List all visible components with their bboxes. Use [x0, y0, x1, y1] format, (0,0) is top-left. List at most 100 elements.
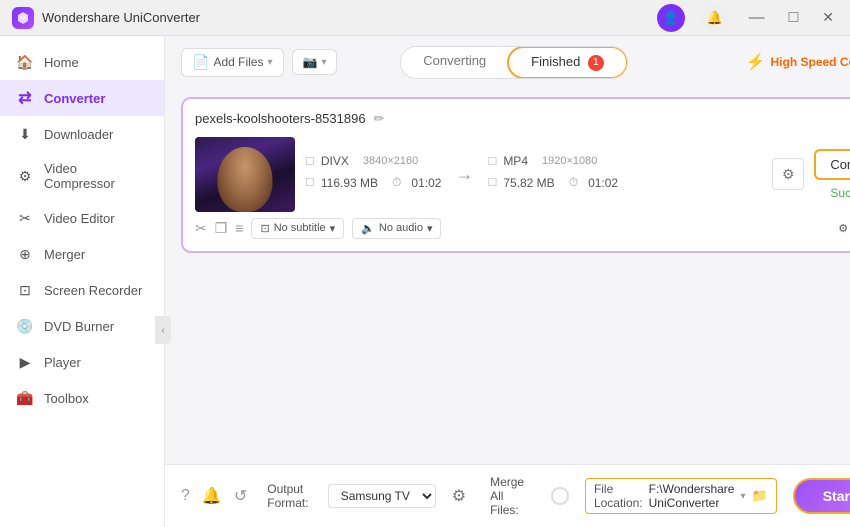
source-format: DIVX [321, 154, 349, 168]
minimize-button[interactable]: — [745, 9, 769, 27]
finished-badge: 1 [588, 55, 604, 71]
sidebar-item-downloader[interactable]: ⬇ Downloader [0, 116, 164, 152]
sidebar-item-video-editor[interactable]: ✂ Video Editor [0, 200, 164, 236]
output-settings-icon[interactable]: ⚙ [452, 486, 466, 506]
dvd-icon: 💿 [16, 317, 34, 335]
file-location-row: File Location: F:\Wondershare UniConvert… [585, 478, 777, 514]
sidebar-item-toolbox[interactable]: 🧰 Toolbox [0, 380, 164, 416]
toolbar: 📄 Add Files ▾ 📷 ▾ Converting Finished 1 [165, 36, 850, 89]
tab-converting[interactable]: Converting [401, 47, 508, 78]
sidebar-label-downloader: Downloader [44, 127, 113, 142]
audio-chevron: ▾ [427, 222, 433, 235]
user-icon[interactable]: 👤 [657, 4, 685, 32]
sidebar-label-screen-recorder: Screen Recorder [44, 283, 142, 298]
output-format-select[interactable]: Samsung TV [328, 484, 436, 508]
add-screen-button[interactable]: 📷 ▾ [292, 49, 338, 75]
dest-info: ☐ MP4 1920×1080 ☐ 75.82 MB ⏱ 01:02 [487, 154, 618, 194]
tab-finished[interactable]: Finished 1 [507, 46, 628, 79]
merge-label: Merge All Files: [490, 475, 535, 517]
sidebar-item-player[interactable]: ▶ Player [0, 344, 164, 380]
subtitle-dropdown[interactable]: ⊡ No subtitle ▾ [251, 218, 344, 239]
camera-icon: 📷 [303, 55, 318, 69]
sidebar-item-screen-recorder[interactable]: ⊡ Screen Recorder [0, 272, 164, 308]
file-location-path: F:\Wondershare UniConverter [649, 482, 735, 510]
sidebar-label-merger: Merger [44, 247, 85, 262]
dest-duration: 01:02 [588, 176, 618, 190]
high-speed-label: High Speed Conversion [770, 55, 850, 69]
app-title: Wondershare UniConverter [42, 10, 657, 25]
start-all-button[interactable]: Start All [793, 478, 850, 514]
menu-icon[interactable]: ≡ [235, 220, 243, 236]
file-thumbnail [195, 137, 295, 212]
bottom-bar: ? 🔔 ↺ Output Format: Samsung TV ⚙ Merge … [165, 464, 850, 527]
clock-icon-source: ⏱ [392, 175, 401, 190]
sidebar-label-converter: Converter [44, 91, 105, 106]
lightning-icon: ⚡ [746, 52, 766, 72]
high-speed-button[interactable]: ⚡ High Speed Conversion [746, 52, 850, 72]
thumbnail-image [195, 137, 295, 212]
source-resolution: 3840×2160 [363, 155, 418, 167]
dest-checkbox-icon: ☐ [487, 155, 497, 168]
merger-icon: ⊕ [16, 245, 34, 263]
screen-recorder-icon: ⊡ [16, 281, 34, 299]
player-icon: ▶ [16, 353, 34, 371]
close-button[interactable]: ✕ [818, 9, 838, 26]
file-body: ☐ DIVX 3840×2160 ☐ 116.93 MB ⏱ 01:02 → [195, 137, 850, 212]
file-area: pexels-koolshooters-8531896 ✏ ☐ [165, 89, 850, 464]
app-logo [12, 7, 34, 29]
file-settings-icon[interactable]: ⚙ [772, 158, 804, 190]
add-files-label: Add Files [213, 55, 263, 69]
editor-icon: ✂ [16, 209, 34, 227]
app-body: 🏠 Home ⇄ Converter ⬇ Downloader ⚙ Video … [0, 36, 850, 527]
sidebar-item-converter[interactable]: ⇄ Converter [0, 80, 164, 116]
copy-icon[interactable]: ❐ [215, 220, 228, 237]
settings-button[interactable]: ⚙ Settings [838, 222, 850, 235]
audio-dropdown[interactable]: 🔈 No audio ▾ [352, 218, 441, 239]
dest-file-icon: ☐ [487, 176, 497, 189]
checkbox-icon: ☐ [305, 155, 315, 168]
merge-toggle[interactable] [551, 487, 569, 505]
sidebar-label-dvd: DVD Burner [44, 319, 114, 334]
add-screen-chevron: ▾ [321, 57, 326, 68]
clock-icon-dest: ⏱ [569, 175, 578, 190]
folder-icon[interactable]: 📁 [752, 488, 768, 504]
dest-format: MP4 [503, 154, 528, 168]
feedback-icon[interactable]: ↺ [234, 486, 247, 506]
source-info: ☐ DIVX 3840×2160 ☐ 116.93 MB ⏱ 01:02 [305, 154, 441, 194]
source-format-row: ☐ DIVX 3840×2160 [305, 154, 441, 168]
add-files-button[interactable]: 📄 Add Files ▾ [181, 48, 284, 77]
file-actions: ⚙ Convert Success [772, 149, 850, 200]
file-location-chevron: ▾ [740, 491, 745, 502]
file-location-label: File Location: [594, 482, 643, 510]
maximize-button[interactable]: □ [785, 9, 803, 27]
sidebar-collapse-button[interactable]: ‹ [155, 316, 171, 344]
converting-label: Converting [423, 53, 486, 68]
dest-size: 75.82 MB [503, 176, 554, 190]
title-bar: Wondershare UniConverter 👤 🔔 — □ ✕ [0, 0, 850, 36]
bottom-left-icons: ? 🔔 ↺ [181, 486, 247, 506]
help-icon[interactable]: ? [181, 487, 190, 505]
window-controls: 👤 🔔 — □ ✕ [657, 4, 838, 32]
output-format-label: Output Format: [267, 482, 312, 510]
convert-button[interactable]: Convert [814, 149, 850, 180]
bell-bottom-icon[interactable]: 🔔 [202, 486, 222, 506]
cut-icon[interactable]: ✂ [195, 220, 207, 237]
main-content: 📄 Add Files ▾ 📷 ▾ Converting Finished 1 [165, 36, 850, 527]
convert-actions: Convert Success [814, 149, 850, 200]
tab-group: Converting Finished 1 [400, 46, 628, 79]
sidebar-item-dvd-burner[interactable]: 💿 DVD Burner [0, 308, 164, 344]
sidebar-item-video-compressor[interactable]: ⚙ Video Compressor [0, 152, 164, 200]
compressor-icon: ⚙ [16, 167, 34, 185]
controls-row: ✂ ❐ ≡ ⊡ No subtitle ▾ 🔈 No audio ▾ ⚙ [195, 218, 850, 239]
edit-filename-icon[interactable]: ✏ [374, 111, 385, 127]
dest-resolution: 1920×1080 [542, 155, 597, 167]
subtitle-label: No subtitle [274, 222, 326, 234]
notification-icon[interactable]: 🔔 [701, 4, 729, 32]
sidebar-item-home[interactable]: 🏠 Home [0, 44, 164, 80]
thumbnail-person [218, 147, 273, 212]
add-files-chevron: ▾ [267, 57, 272, 68]
sidebar-label-home: Home [44, 55, 79, 70]
settings-icon: ⚙ [838, 222, 848, 235]
dest-size-row: ☐ 75.82 MB ⏱ 01:02 [487, 175, 618, 190]
sidebar-item-merger[interactable]: ⊕ Merger [0, 236, 164, 272]
